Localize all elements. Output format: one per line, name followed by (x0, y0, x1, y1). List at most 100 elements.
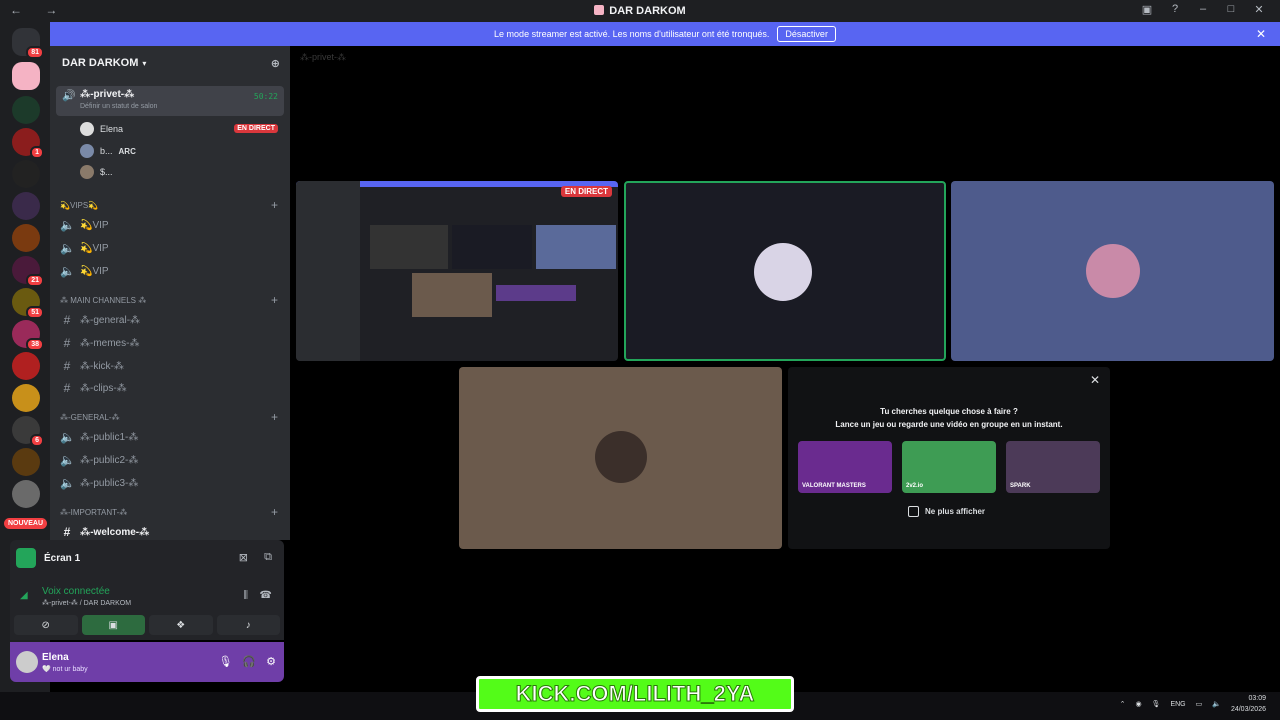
signal-icon[interactable]: ◢ (20, 590, 28, 601)
voice-user[interactable]: b... ARC (80, 144, 136, 158)
clock[interactable]: 03:09 24/03/2026 (1231, 693, 1266, 715)
game-card[interactable]: 2v2.io (902, 441, 996, 493)
live-badge: EN DIRECT (234, 124, 278, 133)
text-channel[interactable]: # ⁂-memes-⁂ (60, 336, 140, 350)
voice-channel[interactable]: 🔈 💫VIP (60, 218, 109, 232)
clock-date: 24/03/2026 (1230, 706, 1266, 713)
participant-tile[interactable] (951, 181, 1274, 361)
banner-text: Le mode streamer est activé. Les noms d'… (494, 29, 770, 39)
server-icon[interactable] (12, 352, 40, 380)
voice-channel[interactable]: 🔈 ⁂-public1-⁂ (60, 430, 138, 444)
text-channel[interactable]: # ⁂-general-⁂ (60, 313, 140, 327)
server-icon[interactable] (12, 224, 40, 252)
voice-user[interactable]: $... (80, 165, 113, 179)
category-header[interactable]: ⁂-GENERAL-⁂ (60, 413, 120, 422)
mention-badge: 38 (26, 338, 44, 351)
disable-streamer-button[interactable]: Désactiver (777, 26, 836, 42)
soundboard-button[interactable]: ♪ (216, 615, 280, 635)
voice-user[interactable]: Elena (80, 122, 123, 136)
server-icon[interactable]: 6 (12, 416, 44, 447)
voice-channel[interactable]: 🔈 💫VIP (60, 241, 109, 255)
server-icon[interactable] (12, 96, 40, 124)
close-icon[interactable]: ✕ (1252, 3, 1266, 16)
voice-channel[interactable]: 🔈 ⁂-public3-⁂ (60, 476, 138, 490)
steam-icon[interactable]: ◉ (1135, 700, 1141, 708)
gear-icon[interactable]: ⚙ (266, 655, 276, 668)
text-channel[interactable]: # ⁂-clips-⁂ (60, 381, 127, 395)
language-indicator[interactable]: ENG (1170, 701, 1185, 708)
add-channel-icon[interactable]: + (271, 293, 278, 307)
stream-preview-sidebar (296, 181, 360, 361)
voice-channel[interactable]: 🔈 💫VIP (60, 264, 109, 278)
headphones-icon[interactable]: 🎧 (242, 655, 256, 668)
avatar (80, 122, 94, 136)
activities-button[interactable]: ❖ (149, 615, 213, 635)
game-title: VALORANT MASTERS (802, 483, 866, 489)
stream-settings-icon[interactable]: ⧉ (264, 551, 272, 564)
mic-icon[interactable]: 🎙 (1152, 700, 1161, 708)
new-badge: NOUVEAU (4, 518, 48, 529)
active-voice-channel[interactable]: 🔊 ⁂-privet-⁂ Définir un statut de salon … (56, 86, 284, 116)
close-icon[interactable]: ✕ (1090, 373, 1100, 387)
server-icon[interactable] (12, 480, 40, 508)
participant-tile[interactable] (459, 367, 782, 549)
network-icon[interactable]: ▭ (1196, 700, 1203, 708)
speaker-icon: 🔈 (60, 264, 75, 278)
category-header[interactable]: ⁂ MAIN CHANNELS ⁂ (60, 296, 146, 305)
server-icon[interactable]: 51 (12, 288, 44, 319)
mention-badge: 51 (26, 306, 44, 319)
help-icon[interactable]: ? (1168, 3, 1182, 16)
avatar[interactable] (16, 651, 38, 673)
participant-tile[interactable] (624, 181, 946, 361)
screen-share-button[interactable]: ▣ (81, 615, 145, 635)
server-icon[interactable]: 21 (12, 256, 44, 287)
add-channel-icon[interactable]: + (271, 198, 278, 212)
speaker-icon: 🔈 (60, 453, 75, 467)
server-icon[interactable] (12, 192, 40, 220)
volume-icon[interactable]: 🔈 (1212, 700, 1221, 708)
text-channel[interactable]: # ⁂-welcome-⁂ (60, 525, 150, 539)
chevron-up-icon[interactable]: ⌃ (1120, 700, 1126, 708)
activity-subtitle: Lance un jeu ou regarde une vidéo en gro… (835, 420, 1063, 429)
hash-icon: # (63, 359, 71, 373)
server-icon-current[interactable] (12, 62, 40, 90)
game-card[interactable]: VALORANT MASTERS (798, 441, 892, 493)
home-button[interactable]: 81 (12, 28, 44, 59)
stream-tile[interactable]: EN DIRECT (296, 181, 618, 361)
game-card[interactable]: SPARK (1006, 441, 1100, 493)
add-member-icon[interactable]: ⊕ (271, 57, 280, 70)
category-header[interactable]: ⁂-important-⁂ (60, 508, 127, 517)
dont-show-checkbox[interactable]: Ne plus afficher (908, 506, 985, 517)
server-icon[interactable] (12, 448, 40, 476)
mic-icon[interactable]: 🎙 (218, 655, 232, 668)
noise-suppression-icon[interactable]: ⫼ (243, 590, 248, 601)
server-icon[interactable] (12, 384, 40, 412)
stream-preview-tile (412, 273, 492, 317)
server-icon[interactable]: 38 (12, 320, 44, 351)
system-tray: ⌃ ◉ 🎙 ENG ▭ 🔈 03:09 24/03/2026 (1120, 693, 1266, 715)
inbox-icon[interactable]: ▣ (1140, 3, 1154, 16)
server-header[interactable]: DAR DARKOM ▾ ⊕ (50, 46, 290, 80)
text-channel[interactable]: # ⁂-kick-⁂ (60, 359, 124, 373)
channel-status[interactable]: Définir un statut de salon (80, 103, 157, 110)
stream-label: Écran 1 (44, 552, 81, 564)
camera-off-button[interactable]: ⊘ (14, 615, 78, 635)
channel-name: 💫VIP (80, 265, 109, 277)
minimize-icon[interactable]: – (1196, 3, 1210, 16)
clock-time: 03:09 (1248, 695, 1266, 702)
category-header[interactable]: 💫VIPS💫 (60, 201, 98, 210)
stop-stream-icon[interactable]: ⊠ (239, 551, 248, 564)
stage-header: ⁂-privet-⁂ (300, 52, 347, 62)
close-icon[interactable]: ✕ (1256, 27, 1266, 41)
maximize-icon[interactable]: □ (1224, 3, 1238, 16)
voice-actions: ⊘ ▣ ❖ ♪ (14, 615, 280, 635)
voice-connected[interactable]: Voix connectée (42, 586, 110, 597)
add-channel-icon[interactable]: + (271, 410, 278, 424)
server-icon[interactable]: 1 (12, 128, 44, 159)
avatar (80, 144, 94, 158)
server-icon[interactable] (12, 160, 40, 188)
add-channel-icon[interactable]: + (271, 505, 278, 519)
disconnect-icon[interactable]: ☎ (260, 590, 272, 601)
checkbox-icon (908, 506, 919, 517)
voice-channel[interactable]: 🔈 ⁂-public2-⁂ (60, 453, 138, 467)
